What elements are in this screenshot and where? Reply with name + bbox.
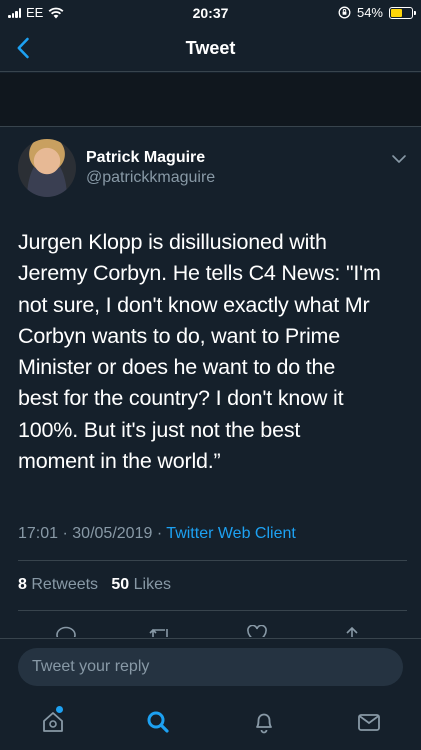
author-handle[interactable]: @patrickkmaguire <box>86 169 215 187</box>
tweet-text-line: Jeremy Corbyn. He tells C4 News: "I'm <box>18 261 381 286</box>
battery-icon <box>389 6 416 19</box>
meta-separator: · <box>62 525 68 542</box>
tweet-meta: 17:01 · 30/05/2019 · Twitter Web Client <box>18 525 296 543</box>
chevron-down-icon <box>392 155 406 163</box>
tab-messages[interactable] <box>356 709 382 735</box>
reply-icon[interactable] <box>55 625 77 637</box>
retweet-label: Retweets <box>31 576 99 593</box>
nav-bar: Tweet <box>0 26 421 72</box>
tweet-text-line: Jurgen Klopp is disillusioned with <box>18 230 327 254</box>
tweet-date: 30/05/2019 <box>72 525 153 542</box>
retweet-icon[interactable] <box>148 625 172 637</box>
tweet-text-line: Corbyn wants to do, want to Prime <box>18 323 341 348</box>
retweets-stat[interactable]: 8 Retweets <box>18 576 98 593</box>
new-tweets-dot <box>56 706 63 713</box>
divider <box>18 610 407 611</box>
like-label: Likes <box>133 576 172 593</box>
reply-input[interactable]: Tweet your reply <box>18 648 403 686</box>
share-icon[interactable] <box>341 625 363 637</box>
tab-home[interactable] <box>40 706 66 735</box>
tweet-text-line: moment in the world.” <box>18 449 221 474</box>
tab-bar <box>0 694 421 750</box>
reply-bar: Tweet your reply <box>0 638 421 694</box>
likes-stat[interactable]: 50 Likes <box>111 576 171 593</box>
tweet-text-line: 100%. But it's just not the best <box>18 417 301 442</box>
notifications-icon <box>256 713 272 734</box>
client-link[interactable]: Twitter Web Client <box>166 525 296 542</box>
orientation-lock-icon <box>338 6 351 19</box>
tab-notifications[interactable] <box>251 709 277 735</box>
avatar[interactable] <box>18 139 76 197</box>
author-name[interactable]: Patrick Maguire <box>86 149 205 167</box>
home-icon <box>43 712 63 732</box>
tweet-actions <box>0 621 421 637</box>
tweet-stats: 8 Retweets 50 Likes <box>18 576 171 594</box>
tweet-time: 17:01 <box>18 525 59 542</box>
like-icon[interactable] <box>246 625 268 637</box>
battery-percent: 54% <box>356 5 383 20</box>
tweet-text-line: best for the country? I don't know it <box>18 386 344 411</box>
tweet-text-line: not sure, I don't know exactly what Mr <box>18 292 370 317</box>
tweet-text: Jurgen Klopp is disillusioned with Jerem… <box>18 227 408 477</box>
divider <box>18 560 407 561</box>
tweet-text-line: Minister or does he want to do the <box>18 355 336 380</box>
search-icon <box>147 711 169 733</box>
status-right: 54% <box>338 5 416 20</box>
tab-search[interactable] <box>145 709 171 735</box>
page-title: Tweet <box>185 38 236 58</box>
conversation-gap <box>0 73 421 127</box>
like-count: 50 <box>111 576 130 593</box>
messages-icon <box>358 714 380 731</box>
meta-separator: · <box>156 525 163 542</box>
retweet-count: 8 <box>18 576 27 593</box>
status-bar: EE 20:37 54% <box>0 0 421 26</box>
tweet-options-button[interactable] <box>391 151 407 169</box>
